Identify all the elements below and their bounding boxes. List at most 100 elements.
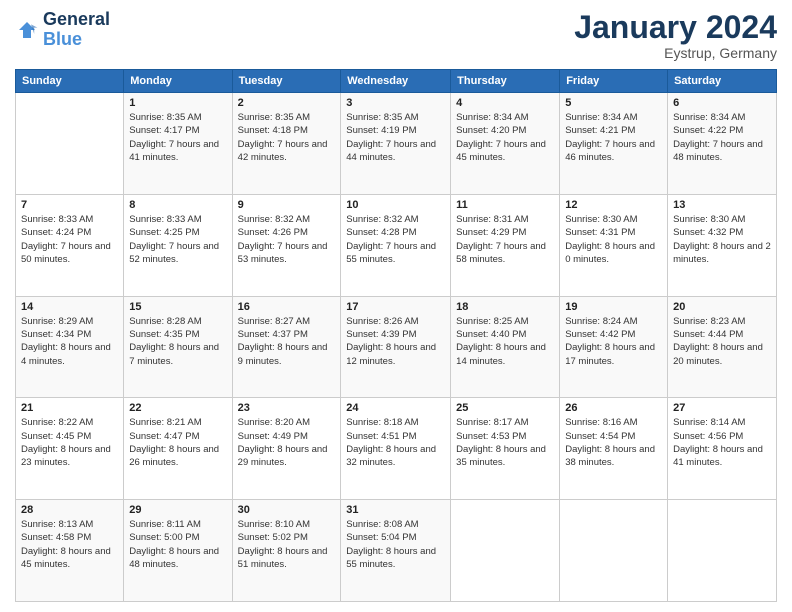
day-info: Sunrise: 8:35 AMSunset: 4:18 PMDaylight:…: [238, 111, 336, 164]
sunrise-text: Sunrise: 8:28 AM: [129, 316, 201, 327]
header-row: Sunday Monday Tuesday Wednesday Thursday…: [16, 70, 777, 93]
sunset-text: Sunset: 4:49 PM: [238, 431, 308, 442]
sunset-text: Sunset: 4:28 PM: [346, 227, 416, 238]
daylight-text: Daylight: 7 hours and 41 minutes.: [129, 139, 219, 163]
calendar-header: Sunday Monday Tuesday Wednesday Thursday…: [16, 70, 777, 93]
calendar-cell: 20 Sunrise: 8:23 AMSunset: 4:44 PMDayligh…: [668, 296, 777, 398]
day-info: Sunrise: 8:20 AMSunset: 4:49 PMDaylight:…: [238, 416, 336, 469]
sunset-text: Sunset: 4:29 PM: [456, 227, 526, 238]
calendar-cell: [451, 500, 560, 602]
daylight-text: Daylight: 8 hours and 17 minutes.: [565, 342, 655, 366]
sunrise-text: Sunrise: 8:32 AM: [346, 214, 418, 225]
calendar-cell: 1 Sunrise: 8:35 AM Sunset: 4:17 PM Daylight…: [124, 93, 232, 195]
page: General Blue January 2024 Eystrup, Germa…: [0, 0, 792, 612]
daylight-text: Daylight: 7 hours and 45 minutes.: [456, 139, 546, 163]
daylight-text: Daylight: 8 hours and 20 minutes.: [673, 342, 763, 366]
day-info: Sunrise: 8:26 AMSunset: 4:39 PMDaylight:…: [346, 315, 445, 368]
calendar-cell: [560, 500, 668, 602]
daylight-text: Daylight: 7 hours and 50 minutes.: [21, 241, 111, 265]
calendar-cell: 7Sunrise: 8:33 AMSunset: 4:24 PMDaylight…: [16, 194, 124, 296]
day-info: Sunrise: 8:23 AMSunset: 4:44 PMDaylight:…: [673, 315, 771, 368]
calendar-cell: 13Sunrise: 8:30 AMSunset: 4:32 PMDayligh…: [668, 194, 777, 296]
calendar-cell: 27Sunrise: 8:14 AMSunset: 4:56 PMDayligh…: [668, 398, 777, 500]
calendar-cell: 29Sunrise: 8:11 AMSunset: 5:00 PMDayligh…: [124, 500, 232, 602]
sunset-text: Sunset: 4:35 PM: [129, 329, 199, 340]
day-number: 19: [565, 301, 662, 313]
sunset-text: Sunset: 4:17 PM: [129, 125, 199, 136]
sunset-text: Sunset: 4:31 PM: [565, 227, 635, 238]
calendar-cell: 6Sunrise: 8:34 AMSunset: 4:22 PMDaylight…: [668, 93, 777, 195]
calendar-cell: 17 Sunrise: 8:26 AMSunset: 4:39 PMDayligh…: [341, 296, 451, 398]
sunrise-text: Sunrise: 8:18 AM: [346, 417, 418, 428]
sunset-text: Sunset: 4:58 PM: [21, 532, 91, 543]
calendar-cell: 28Sunrise: 8:13 AMSunset: 4:58 PMDayligh…: [16, 500, 124, 602]
logo-line2: Blue: [43, 29, 82, 49]
day-info: Sunrise: 8:18 AMSunset: 4:51 PMDaylight:…: [346, 416, 445, 469]
calendar-cell: 14Sunrise: 8:29 AMSunset: 4:34 PMDayligh…: [16, 296, 124, 398]
day-number: 7: [21, 199, 118, 211]
day-number: 1: [129, 97, 226, 109]
day-info: Sunrise: 8:35 AM Sunset: 4:17 PM Daylight:…: [129, 111, 226, 164]
day-number: 17: [346, 301, 445, 313]
daylight-text: Daylight: 7 hours and 53 minutes.: [238, 241, 328, 265]
sunrise-text: Sunrise: 8:35 AM: [346, 112, 418, 123]
daylight-text: Daylight: 8 hours and 55 minutes.: [346, 546, 436, 570]
day-info: Sunrise: 8:22 AMSunset: 4:45 PMDaylight:…: [21, 416, 118, 469]
col-tuesday: Tuesday: [232, 70, 341, 93]
calendar-week-2: 14Sunrise: 8:29 AMSunset: 4:34 PMDayligh…: [16, 296, 777, 398]
daylight-text: Daylight: 8 hours and 4 minutes.: [21, 342, 111, 366]
daylight-text: Daylight: 8 hours and 9 minutes.: [238, 342, 328, 366]
sunset-text: Sunset: 5:00 PM: [129, 532, 199, 543]
day-info: Sunrise: 8:17 AMSunset: 4:53 PMDaylight:…: [456, 416, 554, 469]
day-info: Sunrise: 8:11 AMSunset: 5:00 PMDaylight:…: [129, 518, 226, 571]
calendar-week-4: 28Sunrise: 8:13 AMSunset: 4:58 PMDayligh…: [16, 500, 777, 602]
sunset-text: Sunset: 4:24 PM: [21, 227, 91, 238]
sunset-text: Sunset: 4:53 PM: [456, 431, 526, 442]
day-number: 13: [673, 199, 771, 211]
sunset-text: Sunset: 4:22 PM: [673, 125, 743, 136]
daylight-text: Daylight: 8 hours and 38 minutes.: [565, 444, 655, 468]
day-number: 2: [238, 97, 336, 109]
sunrise-text: Sunrise: 8:33 AM: [129, 214, 201, 225]
day-info: Sunrise: 8:25 AMSunset: 4:40 PMDaylight:…: [456, 315, 554, 368]
col-saturday: Saturday: [668, 70, 777, 93]
day-number: 3: [346, 97, 445, 109]
daylight-text: Daylight: 7 hours and 42 minutes.: [238, 139, 328, 163]
sunrise-text: Sunrise: 8:31 AM: [456, 214, 528, 225]
daylight-text: Daylight: 8 hours and 2 minutes.: [673, 241, 771, 265]
sunrise-text: Sunrise: 8:34 AM: [456, 112, 528, 123]
daylight-text: Daylight: 7 hours and 46 minutes.: [565, 139, 655, 163]
day-number: 16: [238, 301, 336, 313]
daylight-text: Daylight: 8 hours and 35 minutes.: [456, 444, 546, 468]
sunset-text: Sunset: 4:19 PM: [346, 125, 416, 136]
day-number: 20: [673, 301, 771, 313]
day-info: Sunrise: 8:10 AMSunset: 5:02 PMDaylight:…: [238, 518, 336, 571]
daylight-text: Daylight: 8 hours and 45 minutes.: [21, 546, 111, 570]
logo-line1: General: [43, 10, 110, 30]
day-info: Sunrise: 8:32 AMSunset: 4:26 PMDaylight:…: [238, 213, 336, 266]
calendar-cell: 24Sunrise: 8:18 AMSunset: 4:51 PMDayligh…: [341, 398, 451, 500]
sunrise-text: Sunrise: 8:24 AM: [565, 316, 637, 327]
header: General Blue January 2024 Eystrup, Germa…: [15, 10, 777, 61]
sunset-text: Sunset: 4:39 PM: [346, 329, 416, 340]
day-info: Sunrise: 8:34 AMSunset: 4:22 PMDaylight:…: [673, 111, 771, 164]
calendar-cell: 15Sunrise: 8:28 AMSunset: 4:35 PMDayligh…: [124, 296, 232, 398]
title-block: January 2024 Eystrup, Germany: [574, 10, 777, 61]
sunset-text: Sunset: 4:25 PM: [129, 227, 199, 238]
sunrise-text: Sunrise: 8:35 AM: [238, 112, 310, 123]
sunrise-text: Sunrise: 8:35 AM: [129, 112, 201, 123]
calendar-cell: 23Sunrise: 8:20 AMSunset: 4:49 PMDayligh…: [232, 398, 341, 500]
day-number: 31: [346, 504, 445, 516]
daylight-text: Daylight: 8 hours and 23 minutes.: [21, 444, 111, 468]
day-info: Sunrise: 8:14 AMSunset: 4:56 PMDaylight:…: [673, 416, 771, 469]
daylight-text: Daylight: 8 hours and 14 minutes.: [456, 342, 546, 366]
day-number: 25: [456, 402, 554, 414]
location: Eystrup, Germany: [574, 45, 777, 61]
day-number: 26: [565, 402, 662, 414]
calendar-week-3: 21Sunrise: 8:22 AMSunset: 4:45 PMDayligh…: [16, 398, 777, 500]
sunset-text: Sunset: 4:20 PM: [456, 125, 526, 136]
sunrise-text: Sunrise: 8:14 AM: [673, 417, 745, 428]
sunset-text: Sunset: 4:54 PM: [565, 431, 635, 442]
sunrise-text: Sunrise: 8:34 AM: [565, 112, 637, 123]
calendar-week-1: 7 Sunrise: 8:33 AM Sunset: 4:24 PM Daylight…: [16, 194, 777, 296]
